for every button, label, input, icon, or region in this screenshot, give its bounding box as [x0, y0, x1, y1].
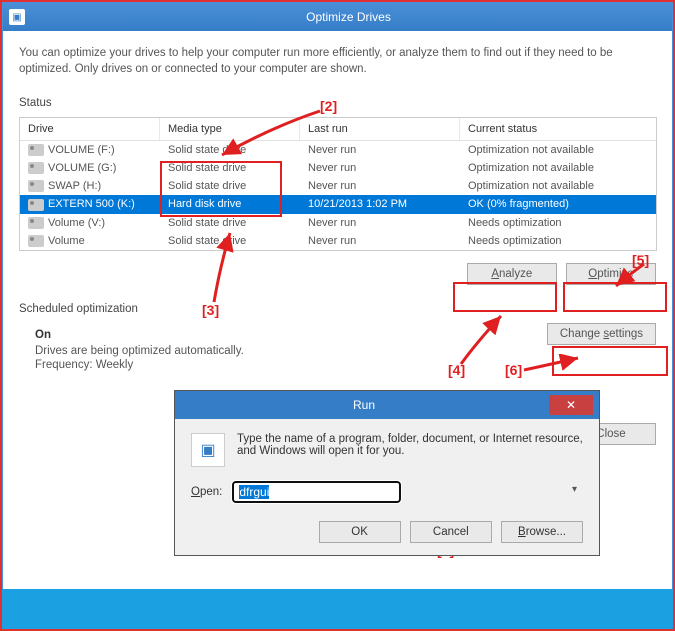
cancel-button[interactable]: Cancel — [410, 521, 492, 543]
taskbar — [2, 589, 673, 629]
table-row[interactable]: Volume (V:)Solid state driveNever runNee… — [20, 214, 656, 232]
titlebar: ▣ Optimize Drives — [3, 3, 672, 31]
run-titlebar: Run ✕ — [175, 391, 599, 419]
browse-button[interactable]: Browse... — [501, 521, 583, 543]
drive-icon — [28, 162, 44, 174]
run-description: Type the name of a program, folder, docu… — [237, 433, 583, 467]
table-row[interactable]: VolumeSolid state driveNever runNeeds op… — [20, 232, 656, 250]
description-text: You can optimize your drives to help you… — [19, 45, 656, 77]
ok-button[interactable]: OK — [319, 521, 401, 543]
status-section-label: Status — [19, 97, 656, 109]
col-header-lastrun[interactable]: Last run — [300, 118, 460, 140]
open-label: Open: — [191, 486, 222, 498]
table-header: Drive Media type Last run Current status — [20, 118, 656, 141]
run-dialog: Run ✕ ▣ Type the name of a program, fold… — [174, 390, 600, 556]
table-row[interactable]: VOLUME (G:)Solid state driveNever runOpt… — [20, 159, 656, 177]
drive-icon — [28, 180, 44, 192]
drive-icon — [28, 235, 44, 247]
drive-icon — [28, 199, 44, 211]
col-header-media[interactable]: Media type — [160, 118, 300, 140]
table-row[interactable]: EXTERN 500 (K:)Hard disk drive10/21/2013… — [20, 195, 656, 213]
col-header-drive[interactable]: Drive — [20, 118, 160, 140]
optimize-button[interactable]: Optimize — [566, 263, 656, 285]
drive-icon — [28, 217, 44, 229]
run-icon: ▣ — [191, 433, 225, 467]
change-settings-button[interactable]: Change settings — [547, 323, 656, 345]
col-header-status[interactable]: Current status — [460, 118, 654, 140]
scheduled-optimization-label: Scheduled optimization — [19, 303, 656, 315]
sched-line2: Frequency: Weekly — [35, 359, 244, 371]
app-icon: ▣ — [9, 9, 25, 25]
run-title: Run — [181, 398, 547, 412]
drive-icon — [28, 144, 44, 156]
table-row[interactable]: SWAP (H:)Solid state driveNever runOptim… — [20, 177, 656, 195]
table-row[interactable]: VOLUME (F:)Solid state driveNever runOpt… — [20, 141, 656, 159]
window-title: Optimize Drives — [31, 10, 666, 24]
drive-table: Drive Media type Last run Current status… — [19, 117, 657, 251]
analyze-button[interactable]: Analyze — [467, 263, 557, 285]
open-input[interactable] — [232, 481, 401, 503]
sched-on: On — [35, 329, 244, 341]
close-icon[interactable]: ✕ — [549, 395, 593, 415]
sched-line1: Drives are being optimized automatically… — [35, 345, 244, 357]
